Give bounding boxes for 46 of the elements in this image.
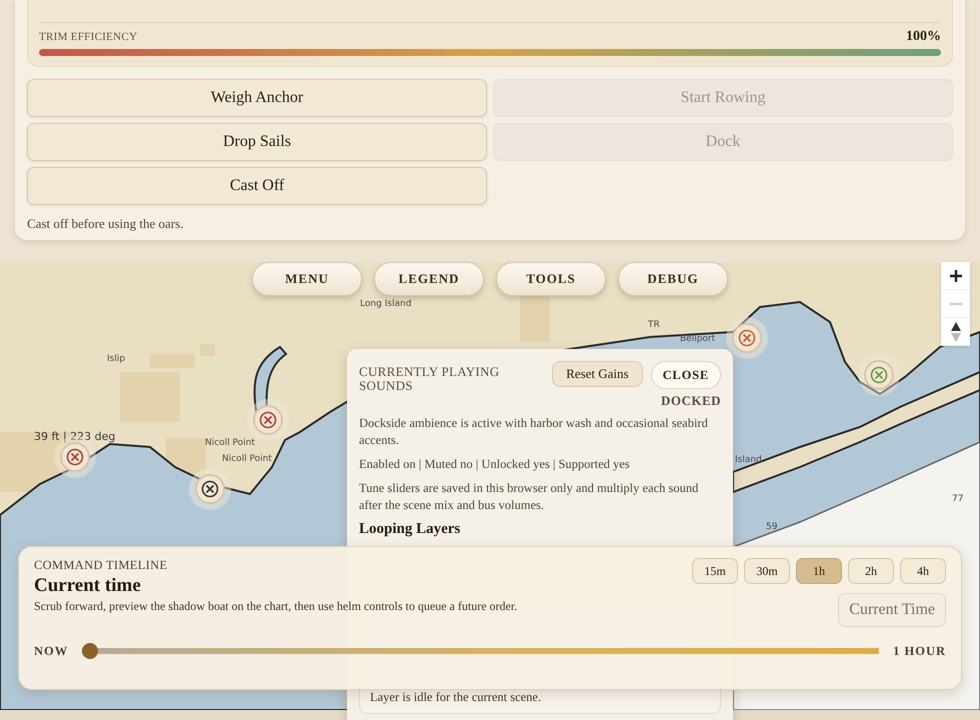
- minus-icon: [948, 302, 962, 306]
- end-label: 1 HOUR: [893, 644, 946, 658]
- plus-icon: [948, 268, 962, 282]
- trim-reading: 100%: [906, 29, 941, 45]
- trim-label: TRIM EFFICIENCY: [39, 31, 138, 43]
- section-heading: Looping Layers: [359, 521, 462, 538]
- timeline-description: Scrub forward, preview the shadow boat on the chart, then use helm controls to queue a future order.: [34, 599, 518, 614]
- range-tab[interactable]: 4h: [900, 558, 946, 584]
- depth-label: 39 ft | 223 deg: [34, 430, 116, 443]
- current-time-button[interactable]: Current Time: [838, 593, 946, 627]
- helm-note: Cast off before using the oars.: [27, 216, 184, 232]
- nav-button[interactable]: DEBUG: [618, 262, 728, 296]
- tune-note: Tune sliders are saved in this browser only and multiply each sound after the scene mix and bus volumes.: [359, 480, 700, 514]
- range-tab[interactable]: 30m: [744, 558, 790, 584]
- action-button[interactable]: Cast Off: [27, 167, 487, 205]
- start-label: NOW: [34, 644, 68, 658]
- compass-button[interactable]: [941, 318, 970, 346]
- range-tab[interactable]: 15m: [692, 558, 738, 584]
- slider-thumb[interactable]: [82, 643, 98, 659]
- map-label: TR: [648, 320, 660, 331]
- nav-button[interactable]: MENU: [252, 262, 362, 296]
- map-label: Long Island: [360, 299, 412, 310]
- compass-icon: [950, 320, 962, 342]
- timeline-eyebrow: COMMAND TIMELINE: [34, 558, 168, 573]
- timeline-title: Current time: [34, 575, 142, 597]
- map-label: Island: [735, 455, 762, 466]
- action-button[interactable]: Drop Sails: [27, 123, 487, 161]
- status-label: DOCKED: [660, 393, 721, 409]
- nav-button[interactable]: TOOLS: [496, 262, 606, 296]
- description-text: Dockside ambience is active with harbor wash and occasional seabird accents.: [359, 415, 709, 449]
- map-label: Islip: [107, 354, 126, 365]
- map-label: Nicoll Point: [222, 454, 272, 465]
- nav-button[interactable]: LEGEND: [374, 262, 484, 296]
- range-tab[interactable]: 1h: [796, 558, 842, 584]
- panel-title: CURRENTLY PLAYING SOUNDS: [359, 365, 500, 393]
- map-label: 59: [766, 522, 778, 533]
- close-button[interactable]: CLOSE: [650, 361, 721, 389]
- reset-gains-button[interactable]: Reset Gains: [552, 361, 643, 387]
- map-label: Nicoll Point: [205, 438, 255, 449]
- range-tab[interactable]: 2h: [848, 558, 894, 584]
- action-button[interactable]: Weigh Anchor: [27, 79, 487, 117]
- flags-text: Enabled on | Muted no | Unlocked yes | Supported yes: [359, 456, 631, 473]
- map-label: Bellport: [680, 334, 716, 345]
- zoom-in-button[interactable]: [941, 262, 970, 290]
- map-label: 77: [952, 494, 964, 505]
- layer-status: Layer is idle for the current scene.: [370, 690, 542, 705]
